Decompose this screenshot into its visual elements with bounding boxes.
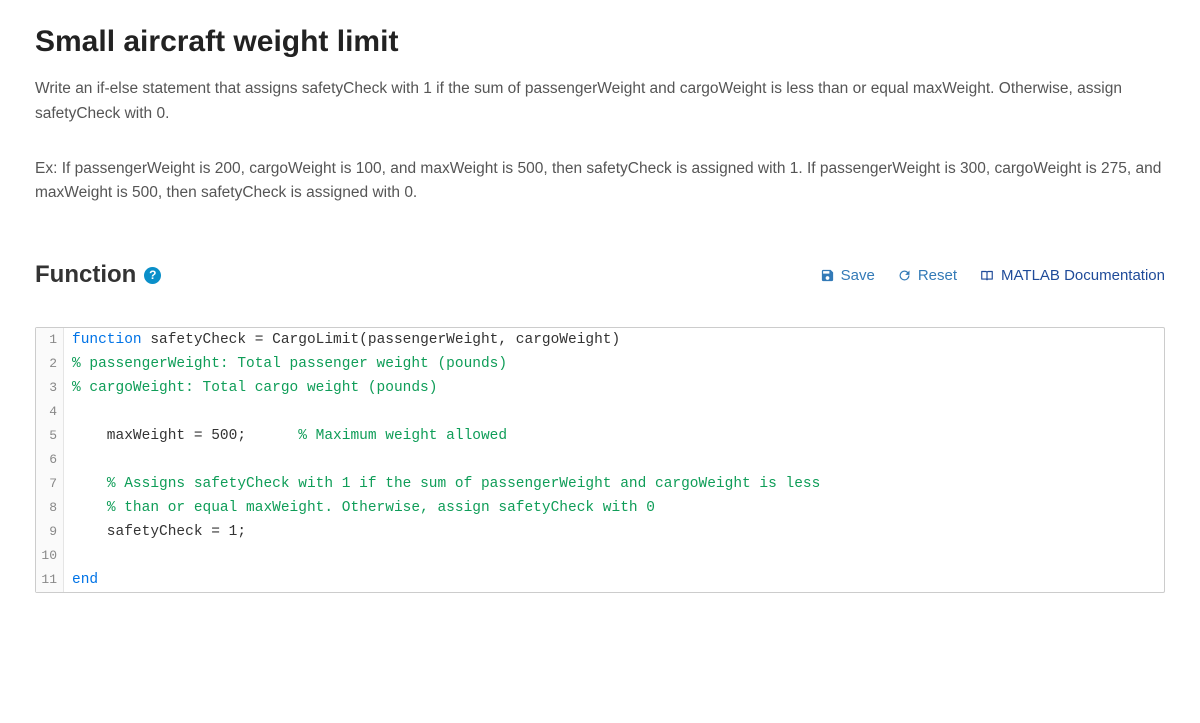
line-number: 6 [36,448,64,472]
help-icon[interactable]: ? [144,267,161,284]
code-content[interactable] [64,448,72,472]
code-line[interactable]: 2% passengerWeight: Total passenger weig… [36,352,1164,376]
save-button[interactable]: Save [820,267,875,284]
save-icon [820,268,835,283]
description-paragraph-1: Write an if-else statement that assigns … [35,77,1165,127]
description-paragraph-2: Ex: If passengerWeight is 200, cargoWeig… [35,157,1165,207]
reset-label: Reset [918,267,957,284]
line-number: 2 [36,352,64,376]
line-number: 10 [36,544,64,568]
code-content[interactable]: function safetyCheck = CargoLimit(passen… [64,328,620,352]
code-content[interactable]: maxWeight = 500; % Maximum weight allowe… [64,424,507,448]
code-content[interactable]: % Assigns safetyCheck with 1 if the sum … [64,472,820,496]
line-number: 5 [36,424,64,448]
line-number: 3 [36,376,64,400]
function-header-row: Function ? Save Reset MATLAB Documentati… [35,261,1165,289]
code-line[interactable]: 1function safetyCheck = CargoLimit(passe… [36,328,1164,352]
book-icon [979,268,995,282]
code-content[interactable]: % cargoWeight: Total cargo weight (pound… [64,376,437,400]
section-title: Function [35,261,136,289]
code-line[interactable]: 5 maxWeight = 500; % Maximum weight allo… [36,424,1164,448]
code-content[interactable]: safetyCheck = 1; [64,520,246,544]
problem-description: Write an if-else statement that assigns … [35,77,1165,206]
code-line[interactable]: 9 safetyCheck = 1; [36,520,1164,544]
code-line[interactable]: 7 % Assigns safetyCheck with 1 if the su… [36,472,1164,496]
code-line[interactable]: 8 % than or equal maxWeight. Otherwise, … [36,496,1164,520]
line-number: 11 [36,568,64,592]
reset-button[interactable]: Reset [897,267,957,284]
line-number: 8 [36,496,64,520]
code-content[interactable]: % than or equal maxWeight. Otherwise, as… [64,496,655,520]
matlab-docs-link[interactable]: MATLAB Documentation [979,267,1165,284]
line-number: 4 [36,400,64,424]
code-line[interactable]: 4 [36,400,1164,424]
code-content[interactable]: % passengerWeight: Total passenger weigh… [64,352,507,376]
code-content[interactable]: end [64,568,98,592]
code-line[interactable]: 3% cargoWeight: Total cargo weight (poun… [36,376,1164,400]
code-content[interactable] [64,400,72,424]
line-number: 7 [36,472,64,496]
line-number: 1 [36,328,64,352]
line-number: 9 [36,520,64,544]
page-title: Small aircraft weight limit [35,25,1165,59]
docs-label: MATLAB Documentation [1001,267,1165,284]
code-line[interactable]: 10 [36,544,1164,568]
reset-icon [897,268,912,283]
code-editor[interactable]: 1function safetyCheck = CargoLimit(passe… [35,327,1165,593]
code-line[interactable]: 11end [36,568,1164,592]
code-line[interactable]: 6 [36,448,1164,472]
code-content[interactable] [64,544,72,568]
save-label: Save [841,267,875,284]
